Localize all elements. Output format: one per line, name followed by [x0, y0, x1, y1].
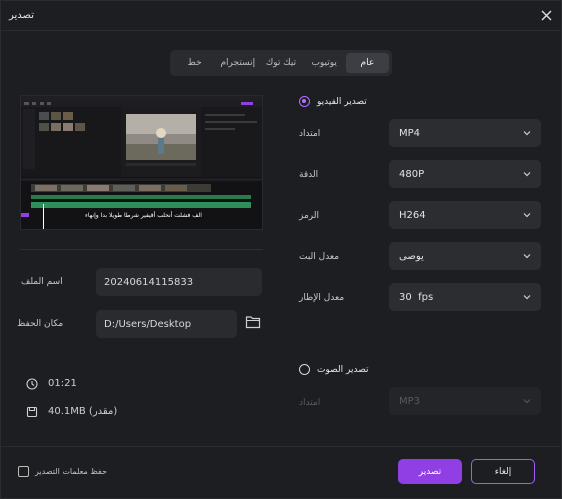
preview-caption: الف فشلت أنحلب أقيفير شرطا طويلا بدا وإن… — [83, 212, 204, 219]
video-export-radio[interactable] — [299, 96, 310, 107]
section-divider — [20, 249, 263, 250]
save-settings-label: حفظ معلمات التصدير — [35, 467, 107, 476]
codec-select[interactable]: H264 — [389, 201, 541, 229]
chevron-down-icon — [523, 211, 531, 219]
footer-divider — [1, 446, 561, 447]
close-icon[interactable] — [536, 5, 556, 25]
audio-format-select[interactable]: MP3 — [389, 387, 541, 415]
bitrate-label: معدل البت — [299, 252, 340, 262]
folder-icon[interactable] — [245, 315, 261, 329]
bitrate-select[interactable]: يوصى — [389, 242, 541, 270]
codec-label: الرمز — [299, 211, 319, 221]
audio-export-label: تصدير الصوت — [317, 365, 369, 375]
clock-icon — [26, 378, 38, 390]
chevron-down-icon — [523, 170, 531, 178]
bitrate-value: يوصى — [399, 250, 424, 262]
dialog-title: تصدير — [9, 10, 35, 21]
export-preview: الف فشلت أنحلب أقيفير شرطا طويلا بدا وإن… — [20, 95, 263, 230]
save-settings-checkbox[interactable] — [18, 466, 29, 477]
video-format-select[interactable]: MP4 — [389, 119, 541, 147]
frame-rate-label: معدل الإطار — [299, 293, 345, 303]
video-export-label: تصدير الفيديو — [317, 97, 367, 107]
file-size-value: 40.1MB (مقدر) — [48, 406, 118, 417]
audio-format-label: امتداد — [299, 398, 321, 408]
audio-format-value: MP3 — [399, 395, 421, 407]
tab-youtube[interactable]: يوتيوب — [303, 53, 346, 73]
file-name-label: اسم الملف — [21, 277, 63, 287]
save-location-input[interactable]: D:/Users/Desktop — [96, 310, 237, 338]
audio-export-radio[interactable] — [299, 364, 310, 375]
resolution-value: 480P — [399, 168, 425, 180]
file-name-input[interactable]: 20240614115833 — [96, 268, 262, 296]
chevron-down-icon — [523, 129, 531, 137]
tab-general[interactable]: عام — [345, 53, 389, 73]
tab-instagram[interactable]: إنستجرام — [216, 53, 259, 73]
duration-value: 01:21 — [48, 378, 77, 389]
frame-rate-select[interactable]: 30 fps — [389, 283, 541, 311]
video-format-label: امتداد — [299, 129, 321, 139]
cancel-button[interactable]: إلغاء — [471, 459, 535, 484]
frame-rate-value: 30 fps — [399, 291, 434, 303]
chevron-down-icon — [523, 293, 531, 301]
chevron-down-icon — [523, 252, 531, 260]
save-location-label: مكان الحفظ — [17, 319, 64, 329]
chevron-down-icon — [523, 397, 531, 405]
file-size-icon — [26, 406, 38, 418]
title-bar: تصدير — [1, 1, 561, 31]
video-format-value: MP4 — [399, 127, 421, 139]
resolution-label: الدقة — [299, 170, 319, 180]
codec-value: H264 — [399, 209, 426, 221]
export-button[interactable]: تصدير — [398, 459, 462, 484]
tab-line[interactable]: خط — [173, 53, 216, 73]
preset-tabs: عام يوتيوب تيك توك إنستجرام خط — [170, 50, 392, 76]
export-dialog: تصدير عام يوتيوب تيك توك إنستجرام خط الف… — [0, 0, 562, 499]
tab-tiktok[interactable]: تيك توك — [259, 53, 302, 73]
resolution-select[interactable]: 480P — [389, 160, 541, 188]
